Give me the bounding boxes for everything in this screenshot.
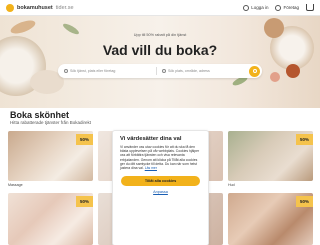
- business-link[interactable]: Företag: [275, 4, 299, 11]
- berry-decoration: [286, 64, 300, 78]
- hero-tagline: Upp till 50% rabatt på din tjänst: [133, 33, 187, 37]
- service-card[interactable]: 50%: [228, 193, 313, 245]
- search-bar: Sök tjänst, plats eller företag Sök plat…: [58, 64, 262, 78]
- search-divider: [156, 67, 157, 75]
- header-actions: Logga in Företag: [243, 4, 314, 11]
- discount-badge: 50%: [76, 196, 93, 207]
- login-link[interactable]: Logga in: [243, 4, 269, 11]
- discount-badge: 50%: [76, 134, 93, 145]
- discount-badge: 50%: [296, 196, 313, 207]
- service-card-skin[interactable]: 50%: [228, 131, 313, 181]
- logo-domain: tider.se: [55, 4, 74, 11]
- service-card[interactable]: 50%: [8, 193, 93, 245]
- search-icon: [64, 69, 68, 73]
- read-more-link[interactable]: Läs mer: [145, 166, 157, 170]
- logo-brand: bokamuhuset: [17, 4, 53, 11]
- location-search-field[interactable]: Sök plats, område, adress: [162, 69, 249, 73]
- logo-icon: [6, 3, 14, 12]
- location-pin-icon: [162, 69, 166, 73]
- cookie-consent-dialog: Vi värdesätter dina val Vi använder oss …: [113, 131, 208, 245]
- cookie-dialog-title: Vi värdesätter dina val: [120, 136, 182, 142]
- service-search-placeholder: Sök tjänst, plats eller företag: [70, 69, 116, 73]
- service-card-massage[interactable]: 50%: [8, 131, 93, 181]
- petal-decoration: [270, 72, 280, 82]
- user-icon: [243, 4, 250, 11]
- cart-icon[interactable]: [306, 4, 314, 11]
- card-label: Hud: [228, 183, 235, 187]
- location-search-placeholder: Sök plats, område, adress: [168, 69, 210, 73]
- section-title: Boka skönhet: [10, 110, 70, 120]
- hero-title: Vad vill du boka?: [102, 42, 218, 58]
- service-search-field[interactable]: Sök tjänst, plats eller företag: [64, 69, 151, 73]
- discount-badge: 50%: [296, 134, 313, 145]
- login-label: Logga in: [251, 4, 269, 10]
- adjust-cookies-link[interactable]: Anpassa: [113, 190, 208, 194]
- hero-banner: Upp till 50% rabatt på din tjänst Vad vi…: [0, 16, 320, 108]
- cookie-dialog-text: Vi använder oss utav cookies för att du …: [120, 145, 201, 170]
- section-subtitle: Hitta rabatterade tjänster från Bokadire…: [10, 120, 92, 125]
- business-label: Företag: [283, 4, 299, 10]
- top-navigation-bar: bokamuhuset tider.se Logga in Företag: [0, 0, 320, 16]
- building-icon: [275, 4, 282, 11]
- site-logo[interactable]: bokamuhuset tider.se: [6, 3, 74, 12]
- search-icon: [252, 69, 257, 73]
- search-button[interactable]: [249, 65, 260, 77]
- cookie-dialog-body: Vi använder oss utav cookies för att du …: [120, 145, 200, 171]
- accept-all-cookies-button[interactable]: Tillåt alla cookies: [121, 176, 200, 186]
- card-label: Massage: [8, 183, 23, 187]
